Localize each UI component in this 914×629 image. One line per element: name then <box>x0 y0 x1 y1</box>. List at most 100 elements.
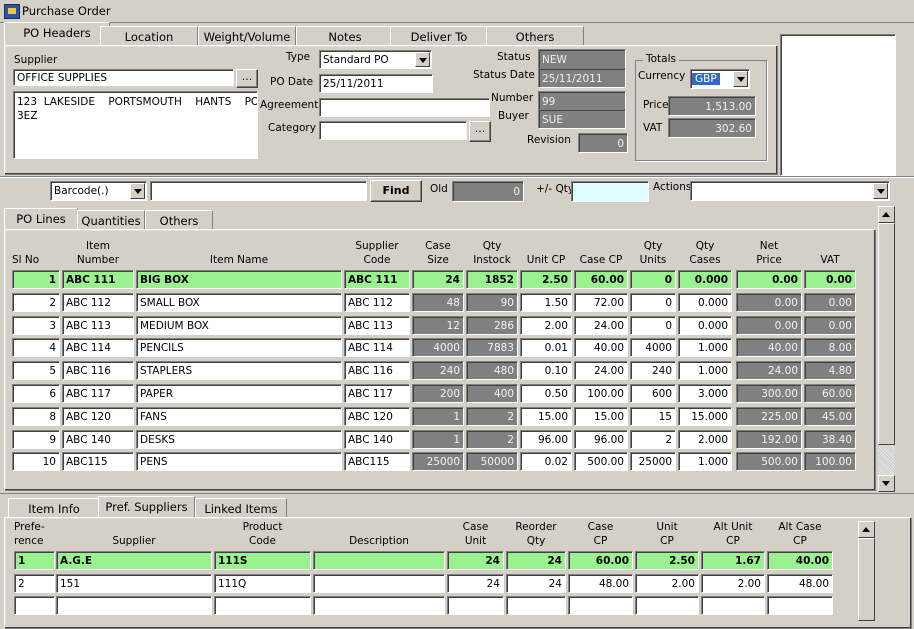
table-cell[interactable]: 24 <box>447 573 504 593</box>
table-cell[interactable] <box>506 596 566 615</box>
table-cell[interactable]: 200 <box>412 384 464 403</box>
table-cell[interactable]: 4.80 <box>804 361 856 381</box>
table-cell[interactable]: 2 <box>466 406 518 426</box>
table-cell[interactable]: 600 <box>630 384 676 403</box>
table-cell[interactable]: 1 <box>12 270 60 289</box>
table-cell[interactable]: PAPER <box>136 384 342 403</box>
table-cell[interactable]: 2.50 <box>635 551 699 570</box>
table-cell[interactable]: ABC 117 <box>62 384 134 403</box>
tab-weight-volume[interactable]: Weight/Volume <box>198 26 296 47</box>
table-cell[interactable]: 15.00 <box>574 406 628 426</box>
table-cell[interactable] <box>313 551 445 570</box>
table-cell[interactable]: 0.000 <box>678 292 732 312</box>
table-cell[interactable]: 2 <box>466 429 518 449</box>
table-cell[interactable]: ABC 113 <box>62 315 134 335</box>
table-cell[interactable]: DESKS <box>136 429 342 449</box>
table-cell[interactable]: 48.00 <box>767 573 833 593</box>
table-cell[interactable]: 0 <box>630 315 676 335</box>
supplier-lookup-button[interactable]: ... <box>236 69 258 88</box>
table-cell[interactable]: 240 <box>412 361 464 381</box>
table-cell[interactable]: 1 <box>412 429 464 449</box>
table-cell[interactable]: 8.00 <box>804 338 856 358</box>
scroll-up-icon[interactable] <box>858 521 875 538</box>
table-cell[interactable] <box>214 596 311 615</box>
table-cell[interactable]: 24 <box>412 270 464 289</box>
table-cell[interactable]: SMALL BOX <box>136 292 342 312</box>
table-cell[interactable]: ABC 111 <box>344 270 410 289</box>
table-cell[interactable]: 286 <box>466 315 518 335</box>
tab-item-info[interactable]: Item Info <box>8 498 100 519</box>
table-cell[interactable]: 15 <box>630 406 676 426</box>
table-cell[interactable]: 2.000 <box>678 429 732 449</box>
table-cell[interactable]: 25000 <box>412 452 464 472</box>
table-cell[interactable]: PENCILS <box>136 338 342 358</box>
table-cell[interactable]: 0.00 <box>804 315 856 335</box>
type-select[interactable]: Standard PO <box>319 50 432 69</box>
tab-linked-items[interactable]: Linked Items <box>195 498 287 519</box>
table-cell[interactable]: 1.000 <box>678 361 732 381</box>
barcode-mode-select[interactable]: Barcode(.) <box>50 181 147 201</box>
table-cell[interactable]: ABC 116 <box>62 361 134 381</box>
table-cell[interactable]: 1.000 <box>678 452 732 472</box>
table-cell[interactable]: ABC 120 <box>62 406 134 426</box>
tab-po-lines[interactable]: PO Lines <box>4 208 78 231</box>
table-cell[interactable]: 111S <box>214 551 311 570</box>
table-cell[interactable]: 40.00 <box>574 338 628 358</box>
tab-pref-suppliers[interactable]: Pref. Suppliers <box>98 496 195 519</box>
table-cell[interactable]: 0.50 <box>520 384 572 403</box>
category-field[interactable] <box>319 121 467 140</box>
po-date-field[interactable]: 25/11/2011 <box>319 74 433 93</box>
table-cell[interactable] <box>767 596 833 615</box>
tab-notes[interactable]: Notes <box>296 26 394 47</box>
table-cell[interactable]: 10 <box>12 452 60 472</box>
currency-select[interactable]: GBP <box>690 69 750 89</box>
table-cell[interactable]: ABC 112 <box>62 292 134 312</box>
table-cell[interactable]: ABC 114 <box>344 338 410 358</box>
tab-others[interactable]: Others <box>486 26 584 47</box>
find-button[interactable]: Find <box>370 180 422 202</box>
table-cell[interactable]: FANS <box>136 406 342 426</box>
table-cell[interactable]: 225.00 <box>736 406 802 426</box>
chevron-down-icon[interactable] <box>415 52 430 67</box>
table-cell[interactable] <box>14 596 55 615</box>
table-cell[interactable]: 300.00 <box>736 384 802 403</box>
table-cell[interactable]: 24 <box>506 573 566 593</box>
table-cell[interactable]: 45.00 <box>804 406 856 426</box>
agreement-field[interactable] <box>319 98 490 117</box>
table-cell[interactable] <box>56 596 212 615</box>
chevron-down-icon[interactable] <box>873 183 888 199</box>
table-cell[interactable]: 4 <box>12 338 60 358</box>
table-cell[interactable]: 3 <box>12 315 60 335</box>
table-cell[interactable]: ABC 140 <box>344 429 410 449</box>
table-cell[interactable]: 2 <box>14 573 55 593</box>
table-cell[interactable]: 111Q <box>214 573 311 593</box>
table-cell[interactable]: 3.000 <box>678 384 732 403</box>
table-cell[interactable]: ABC 116 <box>344 361 410 381</box>
table-cell[interactable]: 48 <box>412 292 464 312</box>
table-cell[interactable]: 24.00 <box>736 361 802 381</box>
table-cell[interactable]: ABC 114 <box>62 338 134 358</box>
table-cell[interactable]: 24.00 <box>574 315 628 335</box>
table-cell[interactable]: 0.00 <box>736 315 802 335</box>
table-cell[interactable]: 240 <box>630 361 676 381</box>
table-cell[interactable]: 0 <box>630 292 676 312</box>
table-cell[interactable]: 0.000 <box>678 315 732 335</box>
table-cell[interactable]: 60.00 <box>804 384 856 403</box>
table-cell[interactable] <box>313 596 445 615</box>
table-cell[interactable]: 7883 <box>466 338 518 358</box>
table-cell[interactable]: 2 <box>12 292 60 312</box>
table-cell[interactable]: 50000 <box>466 452 518 472</box>
table-cell[interactable]: 60.00 <box>568 551 633 570</box>
table-cell[interactable]: 192.00 <box>736 429 802 449</box>
table-cell[interactable]: 15.000 <box>678 406 732 426</box>
pref-suppliers-scrollbar[interactable] <box>858 521 876 621</box>
table-cell[interactable]: ABC 120 <box>344 406 410 426</box>
table-cell[interactable]: 40.00 <box>767 551 833 570</box>
table-cell[interactable]: ABC 111 <box>62 270 134 289</box>
scroll-thumb[interactable] <box>858 538 875 621</box>
table-cell[interactable]: 0.00 <box>736 270 802 289</box>
tab-location[interactable]: Location <box>100 26 198 47</box>
table-cell[interactable]: 500.00 <box>574 452 628 472</box>
table-cell[interactable]: ABC115 <box>344 452 410 472</box>
table-cell[interactable]: 24.00 <box>574 361 628 381</box>
